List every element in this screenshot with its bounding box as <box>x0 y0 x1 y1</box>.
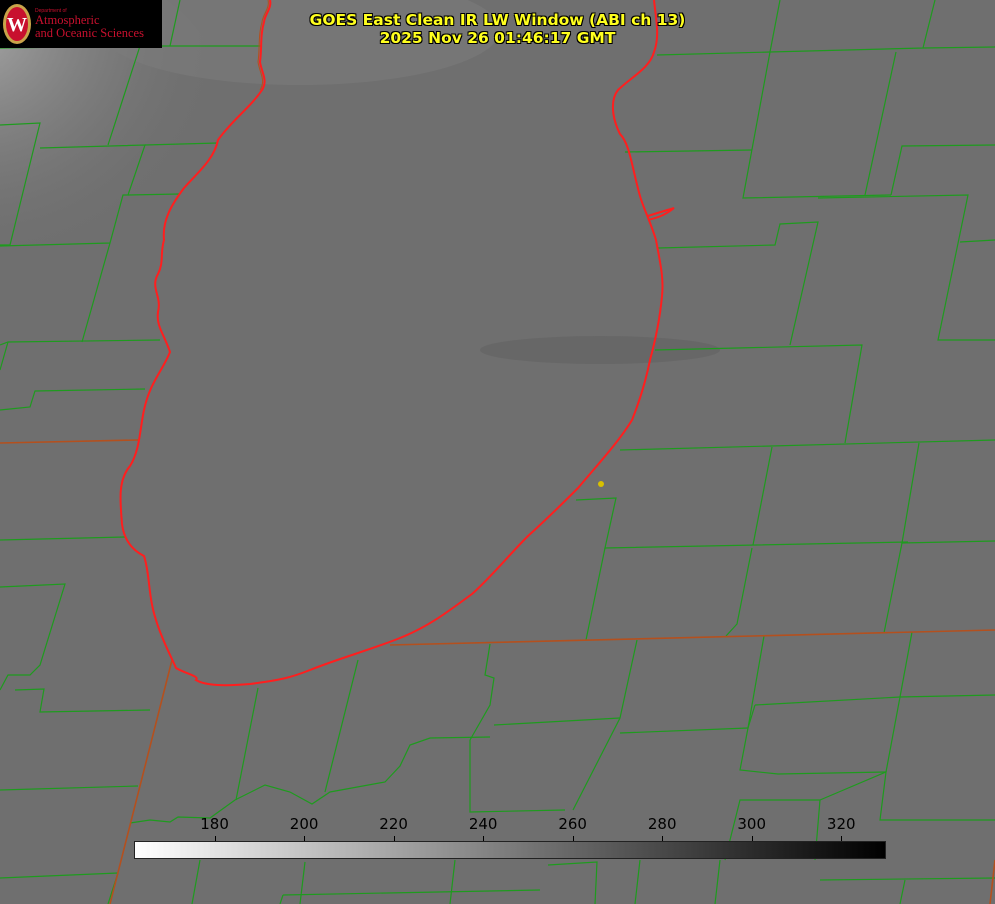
colorbar-tick-label: 320 <box>826 815 856 833</box>
colorbar-tick-label: 260 <box>558 815 587 833</box>
location-marker <box>598 481 604 487</box>
product-title: GOES East Clean IR LW Window (ABI ch 13) <box>309 11 686 29</box>
temperature-colorbar <box>134 841 886 859</box>
colorbar-tick-label: 180 <box>200 815 229 833</box>
colorbar-tick-label: 300 <box>737 815 767 833</box>
cloud-band <box>480 336 720 364</box>
colorbar-tick-mark <box>662 836 664 841</box>
product-timestamp: 2025 Nov 26 01:46:17 GMT <box>379 29 616 47</box>
colorbar-tick-label: 200 <box>289 815 319 833</box>
colorbar-tick-label: 220 <box>379 815 408 833</box>
colorbar-tick-label: 280 <box>647 815 677 833</box>
colorbar-tick-mark <box>572 836 574 841</box>
colorbar-tick-mark <box>841 836 843 841</box>
colorbar-tick-mark <box>214 836 216 841</box>
colorbar-tick-mark <box>304 836 306 841</box>
colorbar-tick-mark <box>483 836 485 841</box>
colorbar-tick-label: 240 <box>468 815 498 833</box>
satellite-image-viewer: W Department of Atmospheric and Oceanic … <box>0 0 995 904</box>
image-title: GOES East Clean IR LW Window (ABI ch 13)… <box>0 11 995 47</box>
colorbar-tick-mark <box>751 836 753 841</box>
satellite-map <box>0 0 995 904</box>
colorbar-tick-mark <box>393 836 395 841</box>
